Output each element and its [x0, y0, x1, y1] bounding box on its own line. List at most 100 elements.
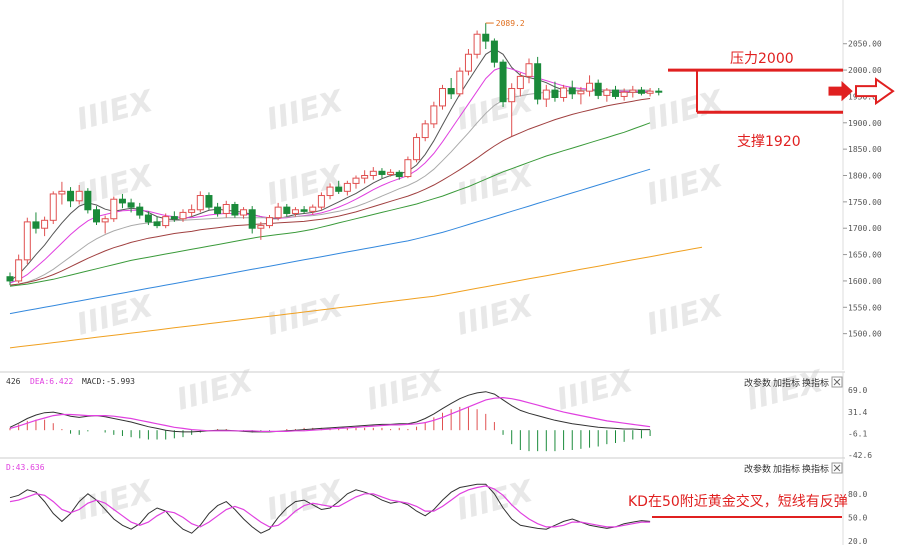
- candle-body: [162, 216, 170, 227]
- macd-tick-label: 69.0: [848, 386, 867, 395]
- price-tick-label: 1800.00: [848, 172, 882, 181]
- candle-body: [222, 203, 230, 214]
- candle-body: [136, 206, 144, 216]
- candles: [6, 23, 663, 286]
- candle-body: [127, 202, 135, 208]
- candle-body: [205, 195, 213, 208]
- candle-body: [32, 221, 40, 229]
- candle-body: [179, 211, 187, 220]
- candle-body: [586, 82, 594, 92]
- candle-body: [196, 195, 204, 211]
- candle-body: [473, 33, 481, 55]
- candle-body: [542, 89, 550, 100]
- candle-body: [490, 40, 498, 63]
- candle-body: [84, 190, 92, 211]
- price-tick-label: 1900.00: [848, 119, 882, 128]
- watermark-text: IIIEX: [453, 83, 538, 137]
- price-tick-label: 1600.00: [848, 277, 882, 286]
- kd-edit-params-button[interactable]: 改参数: [744, 463, 771, 475]
- watermark-text: IIIEX: [263, 158, 348, 212]
- watermark-text: IIIEX: [453, 473, 538, 527]
- macd-edit-params-button[interactable]: 改参数: [744, 377, 771, 389]
- candle-body: [240, 209, 248, 216]
- macd-dif-line: [9, 391, 651, 433]
- macd-add-indicator-button[interactable]: 加指标: [773, 377, 800, 389]
- candle-body: [49, 193, 57, 221]
- candle-body: [594, 82, 602, 96]
- candle-body: [378, 170, 386, 175]
- kd-d-value: D:43.636: [6, 463, 45, 472]
- candle-body: [387, 171, 395, 175]
- candle-body: [335, 186, 343, 192]
- macd-dea-line: [9, 396, 651, 432]
- price-axis: 2050.002000.001950.001900.001850.001800.…: [842, 0, 882, 370]
- candle-body: [464, 53, 472, 72]
- macd-switch-indicator-button[interactable]: 换指标: [802, 377, 829, 389]
- kd-add-indicator-button[interactable]: 加指标: [773, 463, 800, 475]
- candle-body: [317, 195, 325, 208]
- price-tick-label: 1500.00: [848, 330, 882, 339]
- kd-tick-label: 80.0: [848, 490, 867, 499]
- macd-tick-label: -42.6: [848, 451, 872, 460]
- macd-tick-label: 31.4: [848, 408, 867, 417]
- candle-body: [395, 171, 403, 178]
- candle-body: [23, 221, 31, 261]
- candle-body: [231, 203, 239, 216]
- candle-body: [326, 186, 334, 197]
- candle-body: [534, 63, 542, 100]
- candle-body: [75, 190, 83, 202]
- candle-body: [214, 206, 222, 214]
- candle-body: [248, 209, 256, 229]
- candle-body: [153, 221, 161, 227]
- candle-body: [67, 190, 75, 202]
- candle-body: [266, 217, 273, 227]
- candle-body: [6, 276, 14, 282]
- price-tick-label: 2050.00: [848, 40, 882, 49]
- kd-annotation: KD在50附近黄金交叉，短线有反弹: [628, 493, 848, 510]
- candle-body: [188, 209, 196, 213]
- macd-dif-value: 426: [6, 377, 21, 386]
- candle-body: [413, 137, 421, 161]
- candle-body: [257, 225, 265, 229]
- watermark-text: IIIEX: [643, 288, 728, 342]
- candle-body: [655, 90, 663, 93]
- candle-body: [343, 182, 351, 192]
- support-label: 支撑1920: [737, 134, 801, 150]
- candle-body: [499, 61, 507, 103]
- candle-body: [291, 209, 299, 214]
- peak-label: 2089.2: [496, 19, 525, 28]
- candle-body: [637, 89, 645, 94]
- kd-close-button[interactable]: [831, 462, 843, 474]
- annotations: 2089.2 压力2000 支撑1920: [485, 19, 895, 150]
- price-tick-label: 2000.00: [848, 66, 882, 75]
- macd-close-button[interactable]: [831, 376, 843, 388]
- candle-body: [560, 87, 568, 98]
- candle-body: [482, 33, 490, 42]
- price-tick-label: 1550.00: [848, 303, 882, 312]
- candle-body: [603, 89, 611, 96]
- watermark-text: IIIEX: [643, 158, 728, 212]
- candle-body: [170, 216, 178, 220]
- price-tick-label: 1650.00: [848, 251, 882, 260]
- candle-body: [144, 214, 152, 223]
- candle-body: [369, 170, 377, 177]
- price-tick-label: 1850.00: [848, 145, 882, 154]
- candle-body: [309, 206, 317, 212]
- candlestick-chart: IIIEX IIIEX IIIEX IIIEX IIIEX IIIEX IIIEX IIIEX…: [0, 0, 895, 545]
- price-tick-label: 1750.00: [848, 198, 882, 207]
- candle-body: [352, 177, 360, 184]
- kd-switch-indicator-button[interactable]: 换指标: [802, 463, 829, 475]
- candle-body: [41, 219, 49, 229]
- candle-body: [646, 90, 654, 94]
- candle-body: [516, 75, 524, 90]
- watermark-text: IIIEX: [73, 473, 158, 527]
- candle-body: [439, 88, 446, 107]
- candle-body: [421, 123, 429, 139]
- candle-body: [361, 175, 369, 179]
- watermark-text: IIIEX: [263, 83, 348, 137]
- candle-body: [404, 159, 412, 178]
- candle-body: [612, 89, 619, 97]
- candle-body: [447, 88, 455, 95]
- candle-body: [508, 88, 516, 103]
- candle-body: [577, 90, 585, 95]
